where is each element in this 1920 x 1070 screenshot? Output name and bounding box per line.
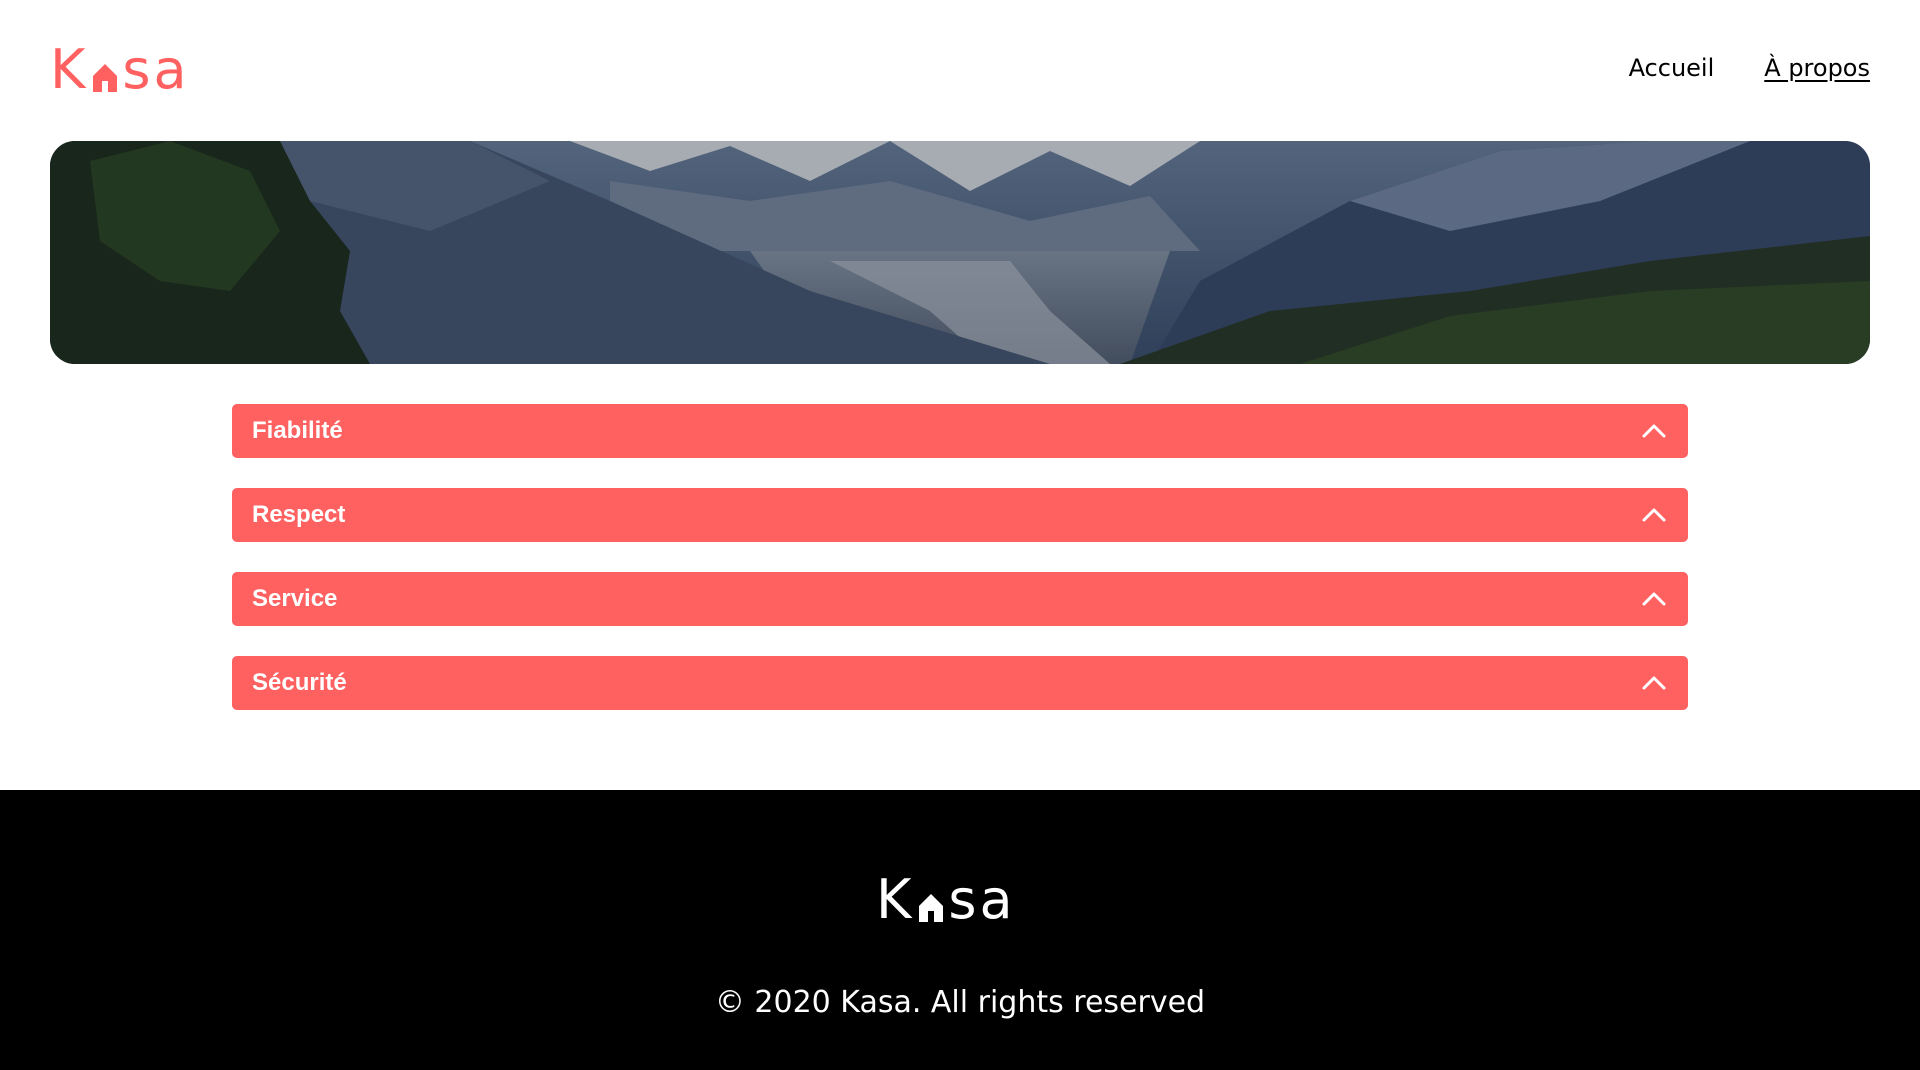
logo-letters-sa: sa	[122, 38, 190, 101]
banner-image	[50, 141, 1870, 364]
chevron-up-icon[interactable]	[1642, 591, 1666, 607]
accordion-title: Respect	[252, 501, 346, 528]
main-nav: Accueil À propos	[1629, 54, 1870, 82]
house-icon	[919, 894, 944, 922]
accordion-title: Sécurité	[252, 669, 347, 696]
footer-kasa-logo: K sa	[876, 872, 1046, 932]
chevron-up-icon[interactable]	[1642, 675, 1666, 691]
accordion-title: Service	[252, 585, 338, 612]
accordion-item-fiabilite[interactable]: Fiabilité	[232, 404, 1688, 458]
accordion-item-respect[interactable]: Respect	[232, 488, 1688, 542]
site-header: K sa Accueil À propos	[0, 0, 1920, 140]
nav-link-accueil[interactable]: Accueil	[1629, 54, 1715, 82]
chevron-up-icon[interactable]	[1642, 423, 1666, 439]
accordion-title: Fiabilité	[252, 417, 343, 444]
site-footer: K sa © 2020 Kasa. All rights reserved	[0, 790, 1920, 1070]
copyright-text: © 2020 Kasa. All rights reserved	[714, 985, 1206, 1020]
accordion-item-securite[interactable]: Sécurité	[232, 656, 1688, 710]
accordion-item-service[interactable]: Service	[232, 572, 1688, 626]
mountain-landscape-image	[50, 141, 1870, 364]
nav-link-a-propos[interactable]: À propos	[1764, 54, 1870, 82]
house-icon	[93, 64, 118, 92]
logo-letter-k: K	[50, 38, 89, 101]
values-accordion: Fiabilité Respect Service Sécurité	[232, 404, 1688, 740]
chevron-up-icon[interactable]	[1642, 507, 1666, 523]
footer-logo-letters-sa: sa	[948, 868, 1016, 931]
footer-logo-letter-k: K	[876, 868, 915, 931]
kasa-logo[interactable]: K sa	[50, 42, 200, 98]
